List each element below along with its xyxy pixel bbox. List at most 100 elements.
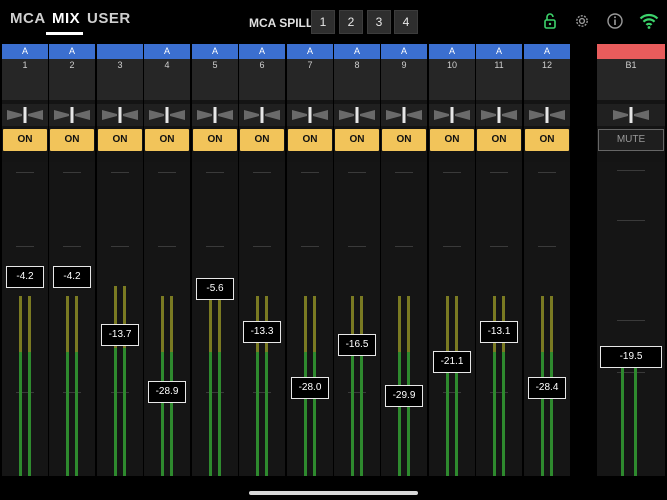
pan-control[interactable] [287, 104, 333, 126]
on-button[interactable]: ON [430, 129, 474, 151]
assign-tag[interactable]: A [2, 44, 48, 59]
on-button[interactable]: ON [288, 129, 332, 151]
channel-6-header[interactable]: A6 [239, 44, 285, 100]
pan-control[interactable] [429, 104, 475, 126]
bus-b1-pan[interactable] [597, 104, 665, 126]
channel-11-header[interactable]: A 11 [476, 44, 522, 100]
on-button[interactable]: ON [477, 129, 521, 151]
on-button[interactable]: ON [240, 129, 284, 151]
gear-icon[interactable] [573, 12, 591, 30]
assign-tag[interactable]: A [381, 44, 427, 59]
pan-control[interactable] [2, 104, 48, 126]
channel-12-fader-area[interactable]: -28.4 [524, 162, 570, 476]
on-button[interactable]: ON [335, 129, 379, 151]
mute-button[interactable]: MUTE [598, 129, 664, 151]
pan-control[interactable] [239, 104, 285, 126]
fader-cap[interactable]: -19.5 [600, 346, 662, 368]
assign-tag[interactable] [97, 44, 143, 59]
fader-cap[interactable]: -5.6 [196, 278, 234, 300]
fader-cap[interactable]: -13.1 [480, 321, 518, 343]
bus-b1-header[interactable]: B1 [597, 44, 665, 100]
channel-2-header[interactable]: A2 [49, 44, 95, 100]
channel-5-header[interactable]: A5 [192, 44, 238, 100]
channel-7-header[interactable]: A7 [287, 44, 333, 100]
channel-4-pan[interactable] [144, 104, 190, 126]
fader-cap[interactable]: -28.9 [148, 381, 186, 403]
channel-3-pan[interactable] [97, 104, 143, 126]
channel-9-pan[interactable] [381, 104, 427, 126]
assign-tag[interactable]: A [287, 44, 333, 59]
channel-10-pan[interactable] [429, 104, 475, 126]
fader-cap[interactable]: -28.4 [528, 377, 566, 399]
mca-spill-2-button[interactable]: 2 [339, 10, 363, 34]
assign-tag[interactable]: A [524, 44, 570, 59]
tab-user[interactable]: USER [87, 10, 131, 27]
assign-tag[interactable]: A [429, 44, 475, 59]
channel-11-fader-area[interactable]: -13.1 [476, 162, 522, 476]
channel-7-fader-area[interactable]: -28.0 [287, 162, 333, 476]
channel-6-fader-area[interactable]: -13.3 [239, 162, 285, 476]
channel-12-header[interactable]: A 12 [524, 44, 570, 100]
fader-cap[interactable]: -21.1 [433, 351, 471, 373]
on-button[interactable]: ON [193, 129, 237, 151]
lock-open-icon[interactable] [541, 12, 559, 30]
assign-tag[interactable]: A [334, 44, 380, 59]
on-button[interactable]: ON [98, 129, 142, 151]
channel-7-pan[interactable] [287, 104, 333, 126]
pan-control[interactable] [334, 104, 380, 126]
channel-11-pan[interactable] [476, 104, 522, 126]
channel-9-fader-area[interactable]: -29.9 [381, 162, 427, 476]
assign-tag[interactable]: A [476, 44, 522, 59]
channel-2-pan[interactable] [49, 104, 95, 126]
channel-1-header[interactable]: A1 [2, 44, 48, 100]
channel-8-pan[interactable] [334, 104, 380, 126]
fader-cap[interactable]: -4.2 [6, 266, 44, 288]
channel-9-header[interactable]: A9 [381, 44, 427, 100]
channel-6-pan[interactable] [239, 104, 285, 126]
channel-4-fader-area[interactable]: -28.9 [144, 162, 190, 476]
fader-cap[interactable]: -16.5 [338, 334, 376, 356]
channel-3-header[interactable]: 3 [97, 44, 143, 100]
bus-color-tag[interactable] [597, 44, 665, 59]
mca-spill-3-button[interactable]: 3 [367, 10, 391, 34]
channel-2-fader-area[interactable]: -4.2 [49, 162, 95, 476]
fader-cap[interactable]: -13.3 [243, 321, 281, 343]
on-button[interactable]: ON [3, 129, 47, 151]
pan-control[interactable] [192, 104, 238, 126]
channel-10-fader-area[interactable]: -21.1 [429, 162, 475, 476]
info-icon[interactable] [606, 12, 624, 30]
channel-1-fader-area[interactable]: -4.2 [2, 162, 48, 476]
channel-3-fader-area[interactable]: -13.7 [97, 162, 143, 476]
pan-control[interactable] [381, 104, 427, 126]
assign-tag[interactable]: A [239, 44, 285, 59]
mca-spill-4-button[interactable]: 4 [394, 10, 418, 34]
bus-b1-fader-area[interactable]: -19.5 [597, 162, 665, 476]
assign-tag[interactable]: A [144, 44, 190, 59]
channel-8-header[interactable]: A8 [334, 44, 380, 100]
mca-spill-1-button[interactable]: 1 [311, 10, 335, 34]
on-button[interactable]: ON [50, 129, 94, 151]
channel-5-fader-area[interactable]: -5.6 [192, 162, 238, 476]
channel-8-fader-area[interactable]: -16.5 [334, 162, 380, 476]
pan-control[interactable] [49, 104, 95, 126]
on-button[interactable]: ON [525, 129, 569, 151]
on-button[interactable]: ON [382, 129, 426, 151]
channel-1-pan[interactable] [2, 104, 48, 126]
channel-10-header[interactable]: A 10 [429, 44, 475, 100]
on-button[interactable]: ON [145, 129, 189, 151]
pan-control[interactable] [597, 104, 665, 126]
fader-cap[interactable]: -13.7 [101, 324, 139, 346]
channel-4-header[interactable]: A4 [144, 44, 190, 100]
assign-tag[interactable]: A [49, 44, 95, 59]
fader-cap[interactable]: -29.9 [385, 385, 423, 407]
fader-cap[interactable]: -4.2 [53, 266, 91, 288]
channel-5-pan[interactable] [192, 104, 238, 126]
channel-12-pan[interactable] [524, 104, 570, 126]
fader-cap[interactable]: -28.0 [291, 377, 329, 399]
tab-mix[interactable]: MIX [52, 10, 80, 27]
assign-tag[interactable]: A [192, 44, 238, 59]
tab-mca[interactable]: MCA [10, 10, 46, 27]
pan-control[interactable] [97, 104, 143, 126]
pan-control[interactable] [476, 104, 522, 126]
pan-control[interactable] [524, 104, 570, 126]
